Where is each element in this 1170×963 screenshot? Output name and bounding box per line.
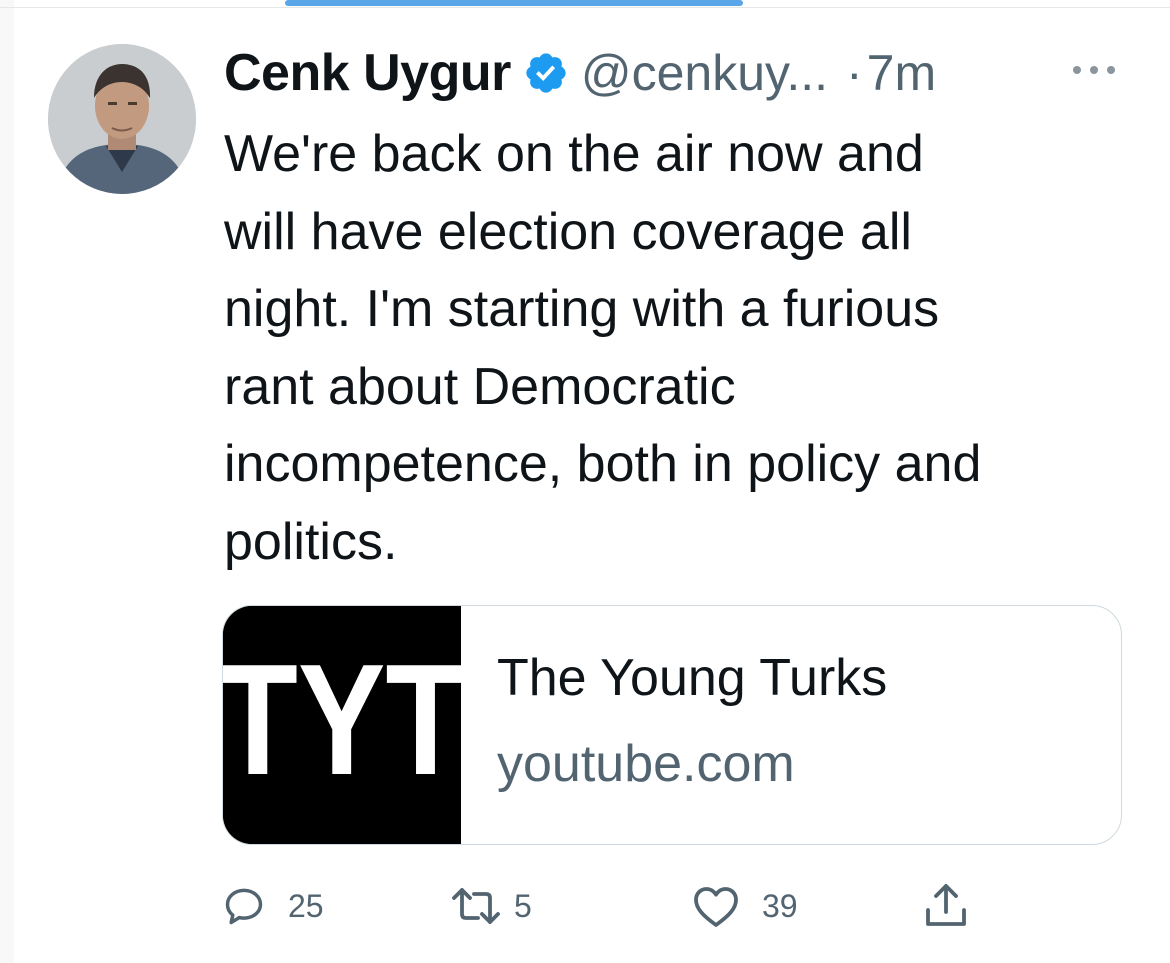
retweet-button[interactable]: 5 [450,876,532,936]
retweet-icon [450,884,502,928]
like-button[interactable]: 39 [692,876,798,936]
link-card[interactable]: TYT The Young Turks youtube.com [222,605,1122,845]
tweet-text: We're back on the air now and will have … [224,125,982,571]
card-title: The Young Turks [497,649,888,707]
avatar[interactable] [48,44,196,194]
reply-button[interactable]: 25 [222,876,324,936]
share-button[interactable] [924,876,968,936]
share-upload-icon [924,882,968,930]
tweet-actions: 25 5 39 [222,876,982,936]
tweet-header: Cenk Uygur @cenkuy... · 7m [224,38,936,108]
reply-count: 25 [288,887,324,924]
top-divider [0,0,1170,8]
heart-icon [692,884,740,928]
left-edge-strip [0,0,14,963]
card-thumbnail: TYT [223,606,466,844]
author-handle[interactable]: @cenkuy... [581,44,828,102]
like-count: 39 [762,887,798,924]
timestamp[interactable]: 7m [867,44,936,102]
author-name[interactable]: Cenk Uygur [224,43,511,103]
divider-line [0,7,1170,8]
card-domain: youtube.com [497,735,795,793]
tab-indicator [285,0,743,6]
verified-badge-icon [523,50,569,96]
avatar-portrait [48,44,196,194]
tyt-logo-text: TYT [223,632,461,809]
reply-bubble-icon [222,884,266,928]
retweet-count: 5 [514,887,532,924]
more-dots-icon[interactable] [1070,60,1120,80]
separator-dot: · [846,45,863,101]
